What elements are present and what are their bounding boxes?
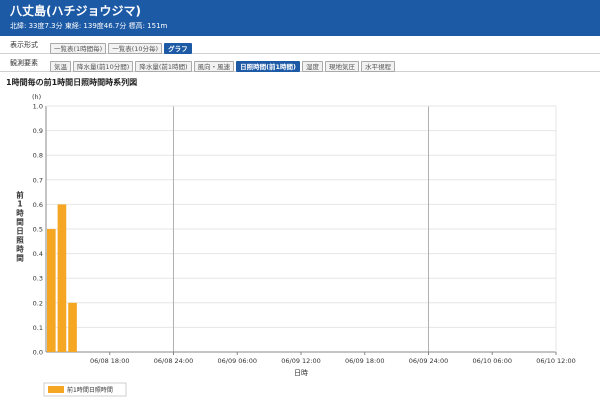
x-tick-label: 06/08 18:00 xyxy=(90,357,130,365)
x-tick-label: 06/10 06:00 xyxy=(472,357,512,365)
display-format-buttons: 一覧表(1時間毎) 一覧表(10分毎) グラフ xyxy=(50,36,194,55)
y-tick-label: 0.7 xyxy=(33,176,43,184)
element-button-0[interactable]: 気温 xyxy=(50,60,71,72)
element-button-5[interactable]: 湿度 xyxy=(302,60,324,72)
sunshine-bar xyxy=(47,229,56,352)
x-tick-label: 06/09 12:00 xyxy=(281,357,321,365)
display-format-button-1[interactable]: 一覧表(10分毎) xyxy=(108,42,163,54)
x-tick-label: 06/10 12:00 xyxy=(536,357,576,365)
x-tick-label: 06/08 24:00 xyxy=(154,357,194,365)
y-tick-label: 0.3 xyxy=(33,275,43,283)
sunshine-bar xyxy=(68,302,77,352)
observation-elements-row: 観測要素 気温 降水量(前10分間) 降水量(前1時間) 風向・風速 日照時間(前1時間… xyxy=(0,55,600,72)
x-tick-label: 06/09 24:00 xyxy=(409,357,449,365)
y-tick-label: 0.0 xyxy=(33,349,43,357)
element-button-3[interactable]: 風向・風速 xyxy=(193,60,235,72)
legend-swatch xyxy=(48,386,64,393)
x-tick-label: 06/09 06:00 xyxy=(217,357,257,365)
y-axis-title: 前 1 時間日照時間 xyxy=(16,190,24,263)
element-button-7[interactable]: 水平視程 xyxy=(361,60,396,72)
observation-elements-buttons: 気温 降水量(前10分間) 降水量(前1時間) 風向・風速 日照時間(前1時間) 湿度 現地… xyxy=(50,54,397,73)
station-meta: 北緯: 33度7.3分 東経: 139度46.7分 標高: 151m xyxy=(10,22,168,30)
y-tick-label: 0.4 xyxy=(33,250,43,258)
legend-label: 前1時間日照時間 xyxy=(67,386,113,394)
station-header: 八丈島(ハチジョウジマ) 北緯: 33度7.3分 東経: 139度46.7分 標… xyxy=(0,0,600,36)
x-axis-title: 日時 xyxy=(294,369,308,377)
y-tick-label: 0.1 xyxy=(33,324,43,332)
display-format-button-2[interactable]: グラフ xyxy=(164,42,192,54)
display-format-button-0[interactable]: 一覧表(1時間毎) xyxy=(50,42,107,54)
y-tick-label: 0.5 xyxy=(33,226,43,234)
x-tick-label: 06/09 18:00 xyxy=(345,357,385,365)
element-button-4[interactable]: 日照時間(前1時間) xyxy=(236,60,301,72)
observation-elements-label: 観測要素 xyxy=(10,59,38,67)
station-title: 八丈島(ハチジョウジマ) xyxy=(10,4,141,18)
y-tick-label: 0.8 xyxy=(33,152,43,160)
sunshine-bar xyxy=(57,204,67,352)
y-unit-label: (h) xyxy=(32,93,41,101)
element-button-2[interactable]: 降水量(前1時間) xyxy=(135,60,192,72)
y-tick-label: 0.9 xyxy=(33,127,43,135)
display-format-row: 表示形式 一覧表(1時間毎) 一覧表(10分毎) グラフ xyxy=(0,37,600,54)
sunshine-chart: 0.0 0.1 0.2 0.3 0.4 0.5 0.6 0.7 0.8 0.9 1.0 (h) 06/0… xyxy=(16,93,576,397)
element-button-1[interactable]: 降水量(前10分間) xyxy=(73,60,134,72)
y-tick-label: 0.6 xyxy=(33,201,43,209)
y-tick-label: 0.2 xyxy=(33,299,43,307)
y-tick-label: 1.0 xyxy=(33,103,43,111)
element-button-6[interactable]: 現地気圧 xyxy=(325,60,360,72)
display-format-label: 表示形式 xyxy=(10,41,38,49)
chart-title: 1時間毎の前1時間日照時間時系列図 xyxy=(6,78,138,87)
